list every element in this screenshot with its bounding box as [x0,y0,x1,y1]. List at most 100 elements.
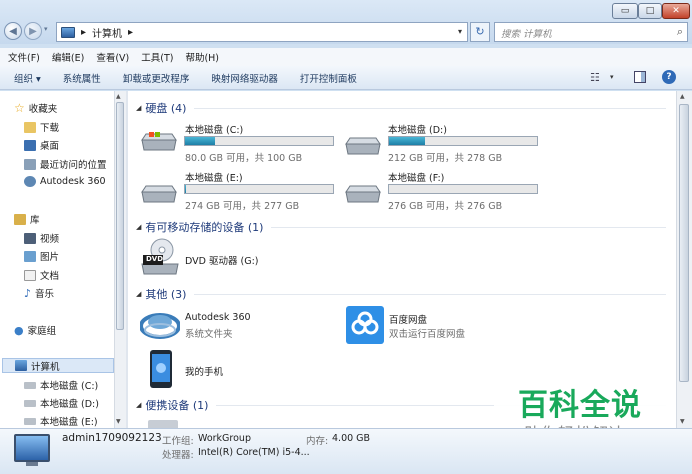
music-note-icon: ♪ [24,286,32,300]
phone-icon [150,350,172,388]
drive-d-free-space: 212 GB 可用，共 278 GB [388,153,503,164]
memory-label: 内存: [306,436,329,447]
portable-device-icon[interactable] [148,420,178,428]
search-icon[interactable]: ⌕ [677,25,683,39]
group-header-label: 有可移动存储的设备 (1) [145,221,264,234]
menu-view[interactable]: 查看(V) [96,50,129,64]
address-dropdown-icon[interactable]: ▾ [454,24,466,40]
preview-pane-icon[interactable] [634,71,646,83]
autodesk-360-subtitle: 系统文件夹 [185,329,233,340]
drive-d-usage-fill [389,137,425,145]
computer-large-icon [14,434,50,462]
collapse-arrow-icon[interactable]: ◢ [136,223,141,231]
dvd-badge: DVD [146,255,164,263]
recent-places-icon [24,158,36,170]
nav-disk-c-label: 本地磁盘 (C:) [40,381,99,392]
nav-disk-e[interactable]: 本地磁盘 (E:) [24,414,98,428]
my-phone-name: 我的手机 [185,367,224,378]
group-header-other[interactable]: ◢ 其他 (3) [136,286,666,302]
windows-drive-icon [141,132,177,151]
document-library-icon [24,269,36,281]
forward-button[interactable]: ▶ [24,22,42,40]
menu-bar: 文件(F) 编辑(E) 查看(V) 工具(T) 帮助(H) [0,48,692,66]
system-properties-button[interactable]: 系统属性 [63,71,101,85]
drive-c-usage-bar [184,136,334,146]
picture-library-icon [24,250,36,262]
close-button[interactable]: ✕ [662,3,690,19]
drive-e-usage-fill [185,185,187,193]
nav-disk-d[interactable]: 本地磁盘 (D:) [24,396,99,410]
nav-downloads[interactable]: 下载 [24,120,59,134]
nav-desktop-label: 桌面 [40,141,60,152]
view-options-icon[interactable]: ☷ [590,71,600,84]
nav-recent[interactable]: 最近访问的位置 [24,157,107,171]
nav-computer[interactable]: 计算机 [2,358,114,373]
refresh-button[interactable]: ↻ [470,22,490,42]
collapse-arrow-icon[interactable]: ◢ [136,401,141,409]
menu-file[interactable]: 文件(F) [8,50,40,64]
computer-icon [61,26,75,38]
map-network-drive-button[interactable]: 映射网络驱动器 [211,71,278,85]
hard-drive-icon [24,381,36,389]
autodesk-cloud-icon [24,176,36,187]
scroll-up-arrow-icon[interactable]: ▲ [116,93,121,100]
organize-button[interactable]: 组织 ▾ [14,71,41,85]
group-header-removable[interactable]: ◢ 有可移动存储的设备 (1) [136,219,666,235]
navigation-scrollbar-thumb[interactable] [116,102,124,330]
hard-drive-icon [141,185,177,203]
breadcrumb-trailing-separator[interactable]: ▸ [128,27,133,38]
scroll-up-arrow-icon[interactable]: ▲ [680,93,685,100]
drive-e-name: 本地磁盘 (E:) [185,173,243,184]
nav-disk-c[interactable]: 本地磁盘 (C:) [24,378,98,392]
address-bar[interactable]: ▸ 计算机 ▸ [56,22,468,42]
nav-favorites-label: 收藏夹 [28,104,58,115]
hard-drive-icon [345,185,381,203]
computer-stand [26,462,38,466]
menu-help[interactable]: 帮助(H) [185,50,219,64]
nav-music[interactable]: ♪ 音乐 [24,286,54,301]
breadcrumb-separator[interactable]: ▸ [81,27,86,38]
nav-desktop[interactable]: 桌面 [24,138,59,152]
nav-libraries[interactable]: 库 [14,212,40,226]
drive-f-free-space: 276 GB 可用，共 276 GB [388,201,503,212]
maximize-button[interactable]: □ [638,3,662,19]
nav-recent-label: 最近访问的位置 [40,160,107,171]
menu-tools[interactable]: 工具(T) [141,50,173,64]
nav-disk-d-label: 本地磁盘 (D:) [40,399,99,410]
menu-edit[interactable]: 编辑(E) [52,50,84,64]
history-dropdown-icon[interactable]: ▾ [44,25,48,33]
drive-c-name: 本地磁盘 (C:) [185,125,244,136]
nav-homegroup[interactable]: ● 家庭组 [14,323,56,338]
collapse-arrow-icon[interactable]: ◢ [136,290,141,298]
view-dropdown-icon[interactable]: ▾ [610,73,614,81]
group-divider [194,107,666,109]
nav-pictures[interactable]: 图片 [24,249,59,263]
video-library-icon [24,232,36,244]
open-control-panel-button[interactable]: 打开控制面板 [300,71,357,85]
computer-icon [15,360,27,371]
cpu-value: Intel(R) Core(TM) i5-4... [198,447,310,458]
command-bar: 组织 ▾ 系统属性 卸载或更改程序 映射网络驱动器 打开控制面板 [0,66,692,90]
uninstall-program-button[interactable]: 卸载或更改程序 [123,71,190,85]
nav-autodesk[interactable]: Autodesk 360 [24,176,106,187]
help-icon[interactable]: ? [662,70,676,84]
nav-disk-e-label: 本地磁盘 (E:) [40,417,98,428]
group-header-hard-drives[interactable]: ◢ 硬盘 (4) [136,100,666,116]
content-scrollbar-thumb[interactable] [679,104,689,382]
back-button[interactable]: ◀ [4,22,22,40]
scroll-down-arrow-icon[interactable]: ▼ [680,418,685,425]
collapse-arrow-icon[interactable]: ◢ [136,104,141,112]
drive-e-free-space: 274 GB 可用，共 277 GB [185,201,300,212]
scroll-down-arrow-icon[interactable]: ▼ [116,418,121,425]
group-divider [194,293,666,295]
nav-documents[interactable]: 文档 [24,268,59,282]
dvd-drive-name: DVD 驱动器 (G:) [185,256,259,267]
minimize-button[interactable]: ▭ [612,3,638,19]
nav-favorites[interactable]: ☆ 收藏夹 [14,101,57,115]
cpu-label: 处理器: [162,450,194,461]
autodesk-360-icon [140,313,180,339]
search-input[interactable]: 搜索 计算机 ⌕ [494,22,688,42]
nav-videos[interactable]: 视频 [24,231,59,245]
workgroup-label: 工作组: [162,436,194,447]
breadcrumb-computer[interactable]: 计算机 [92,25,122,40]
